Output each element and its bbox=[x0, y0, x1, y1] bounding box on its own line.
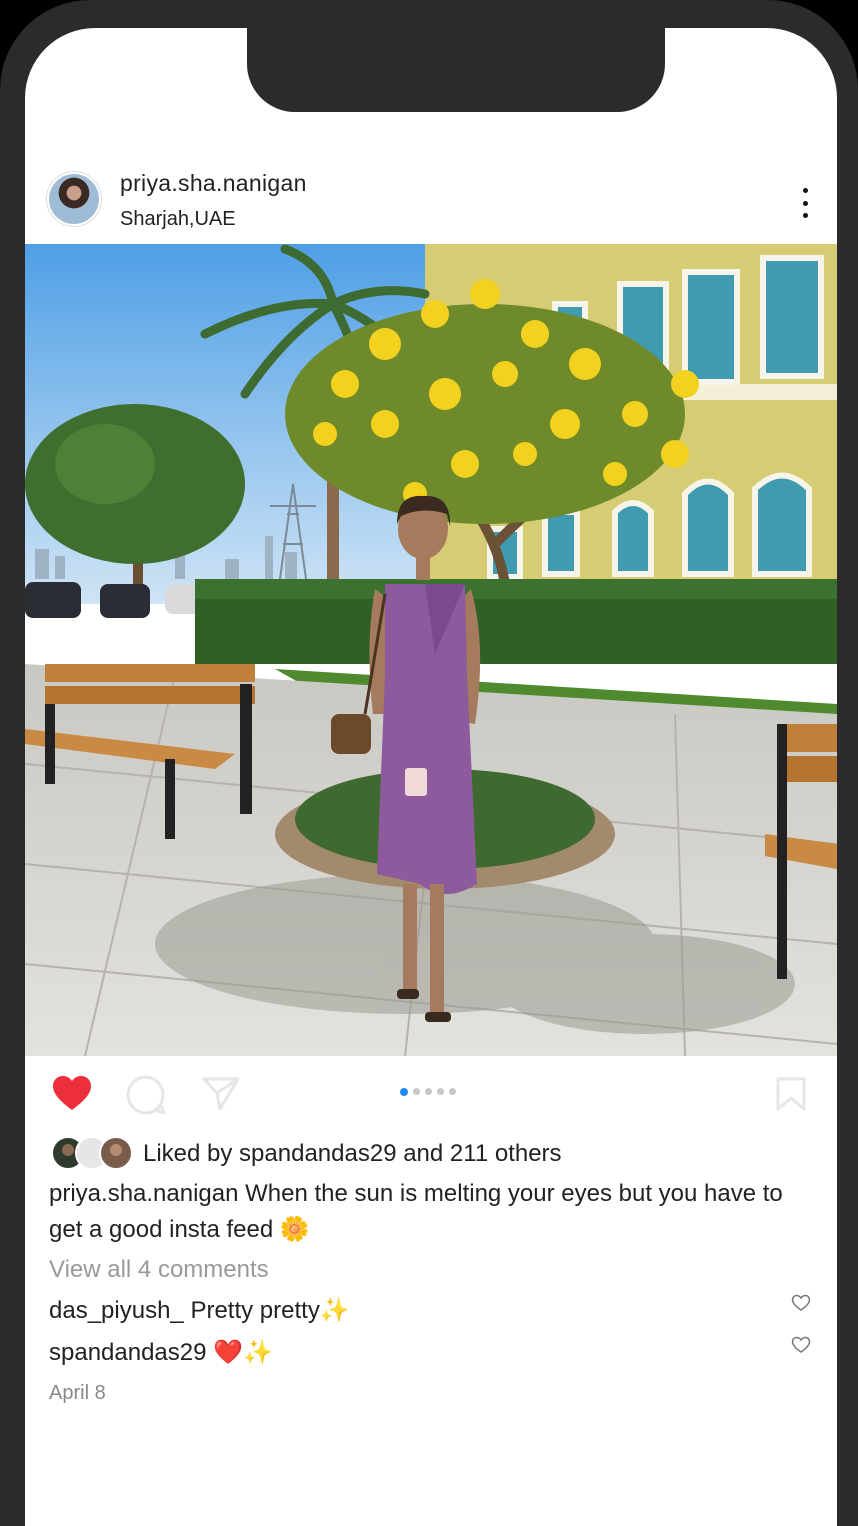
post-caption: priya.sha.nanigan When the sun is meltin… bbox=[49, 1176, 809, 1248]
heart-icon[interactable] bbox=[51, 1074, 93, 1117]
comment-text: ❤️✨ bbox=[213, 1339, 273, 1366]
carousel-dot bbox=[449, 1088, 456, 1095]
comment-item: das_piyush_ Pretty pretty✨ bbox=[49, 1296, 350, 1325]
post-username[interactable]: priya.sha.nanigan bbox=[120, 170, 307, 197]
small-heart-icon[interactable] bbox=[791, 1336, 811, 1359]
more-options-icon[interactable] bbox=[801, 188, 809, 218]
liker-avatars bbox=[51, 1136, 136, 1170]
share-icon[interactable] bbox=[201, 1076, 241, 1117]
phone-notch bbox=[247, 28, 665, 112]
comment-text: Pretty pretty✨ bbox=[190, 1297, 350, 1324]
bookmark-icon[interactable] bbox=[775, 1076, 807, 1117]
carousel-dot bbox=[413, 1088, 420, 1095]
comment-username[interactable]: spandandas29 bbox=[49, 1339, 206, 1366]
caption-username[interactable]: priya.sha.nanigan bbox=[49, 1180, 238, 1207]
post-location[interactable]: Sharjah,UAE bbox=[120, 208, 236, 231]
post-image bbox=[25, 244, 837, 1056]
avatar[interactable] bbox=[49, 174, 99, 224]
comment-icon[interactable] bbox=[125, 1074, 167, 1121]
small-heart-icon[interactable] bbox=[791, 1294, 811, 1317]
post-photo[interactable] bbox=[25, 244, 837, 1056]
avatar bbox=[99, 1136, 133, 1170]
carousel-dot-active bbox=[400, 1087, 408, 1096]
comment-item: spandandas29 ❤️✨ bbox=[49, 1338, 273, 1367]
carousel-indicator bbox=[400, 1087, 456, 1096]
post-date: April 8 bbox=[49, 1382, 106, 1404]
likes-text[interactable]: Liked by spandandas29 and 211 others bbox=[143, 1140, 562, 1168]
carousel-dot bbox=[437, 1088, 444, 1095]
carousel-dot bbox=[425, 1088, 432, 1095]
post-actions bbox=[25, 1068, 837, 1118]
comment-username[interactable]: das_piyush_ bbox=[49, 1297, 184, 1324]
view-all-comments-link[interactable]: View all 4 comments bbox=[49, 1256, 269, 1284]
phone-frame: priya.sha.nanigan Sharjah,UAE Liked by s… bbox=[0, 0, 858, 1526]
screen: priya.sha.nanigan Sharjah,UAE Liked by s… bbox=[25, 28, 837, 1526]
